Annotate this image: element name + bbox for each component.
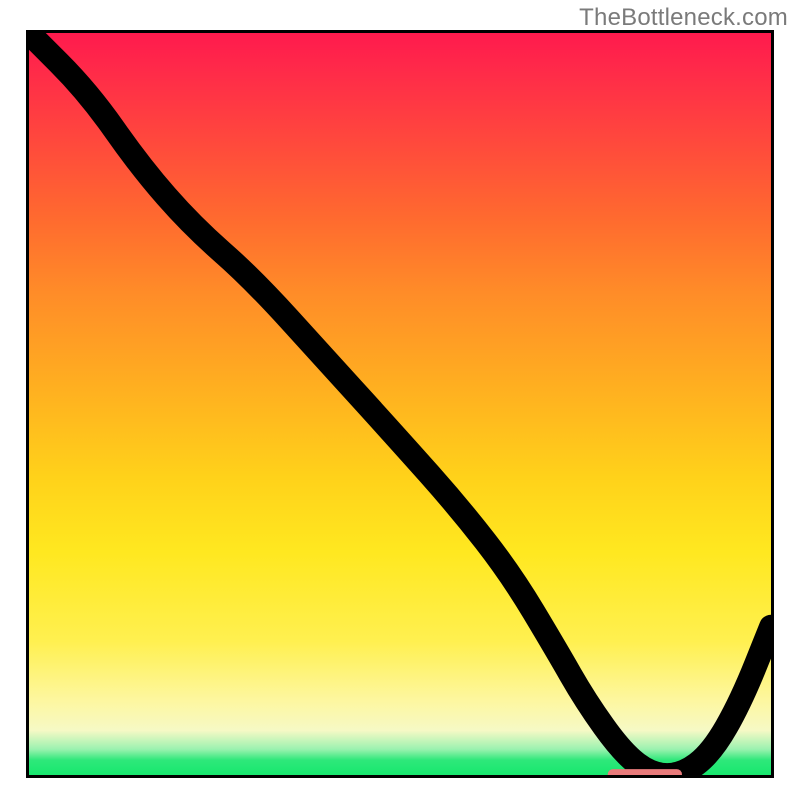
plot-area	[26, 30, 774, 778]
gradient-background	[29, 33, 771, 775]
attribution-text: TheBottleneck.com	[579, 4, 788, 32]
chart-container: TheBottleneck.com	[0, 0, 800, 800]
